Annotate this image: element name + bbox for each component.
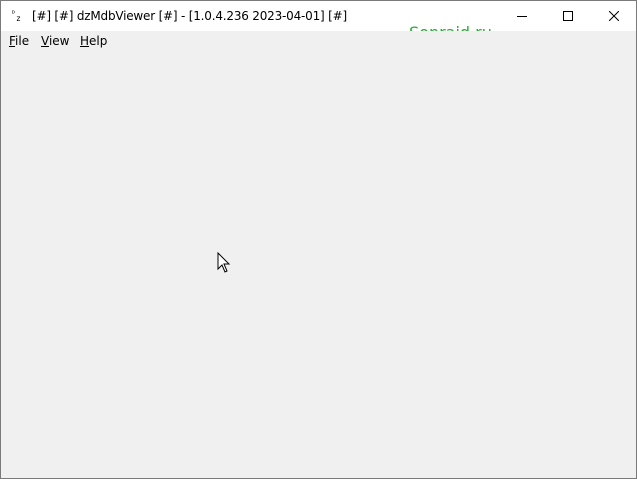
minimize-icon (517, 16, 527, 17)
menu-help[interactable]: Help (80, 34, 107, 48)
window-title: [#] [#] dzMdbViewer [#] - [1.0.4.236 202… (32, 9, 347, 23)
maximize-icon (563, 11, 573, 21)
title-bar[interactable]: ᴰz [#] [#] dzMdbViewer [#] - [1.0.4.236 … (1, 1, 636, 31)
menu-view-accel: V (41, 34, 49, 48)
menu-help-accel: H (80, 34, 90, 48)
menu-view-label: iew (48, 34, 70, 48)
app-window: ᴰz [#] [#] dzMdbViewer [#] - [1.0.4.236 … (0, 0, 637, 479)
client-area (1, 51, 636, 478)
maximize-button[interactable] (545, 1, 591, 31)
mouse-pointer-icon (217, 252, 231, 273)
minimize-button[interactable] (499, 1, 545, 31)
menu-bar: File View Help (1, 31, 636, 51)
close-icon (609, 11, 619, 21)
menu-help-label: elp (89, 34, 108, 48)
menu-view[interactable]: View (41, 34, 69, 48)
close-button[interactable] (591, 1, 637, 31)
app-icon[interactable]: ᴰz (11, 9, 25, 23)
menu-file-label: ile (15, 34, 30, 48)
menu-file[interactable]: File (9, 34, 29, 48)
